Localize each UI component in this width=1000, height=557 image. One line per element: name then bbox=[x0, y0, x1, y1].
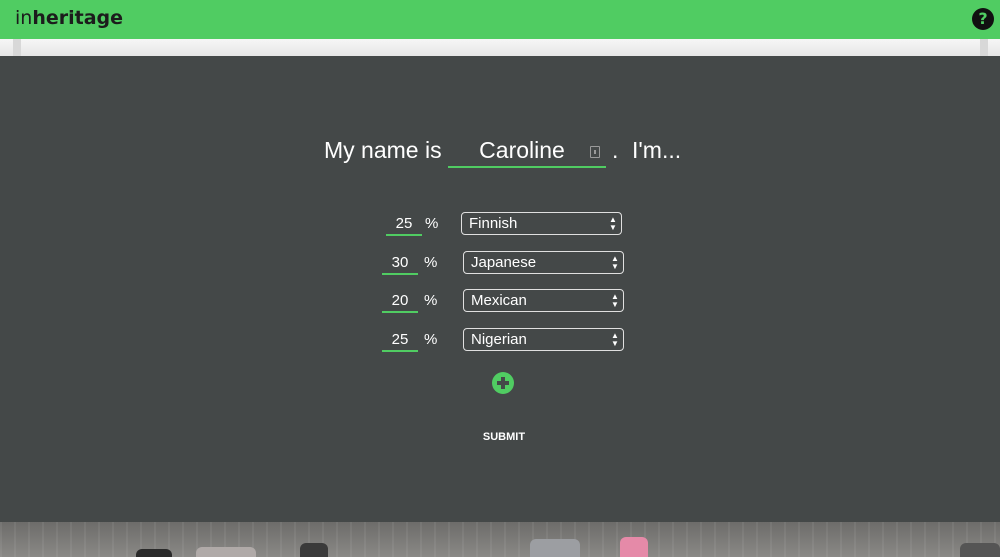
percent-field[interactable] bbox=[386, 212, 422, 236]
background-figure bbox=[960, 543, 1000, 557]
percent-sign: % bbox=[425, 215, 439, 232]
add-heritage-button[interactable] bbox=[492, 372, 514, 394]
percent-input[interactable] bbox=[382, 328, 418, 350]
heritage-select[interactable]: Finnish ▲ ▼ bbox=[461, 212, 622, 235]
percent-field[interactable] bbox=[382, 289, 418, 313]
background-figure bbox=[136, 549, 172, 557]
heritage-select-value: Japanese bbox=[471, 254, 537, 271]
intro-period: . bbox=[612, 137, 619, 163]
help-icon[interactable]: ? bbox=[972, 8, 994, 30]
heritage-select[interactable]: Nigerian ▲ ▼ bbox=[463, 328, 624, 351]
percent-field[interactable] bbox=[382, 328, 418, 352]
brand-logo[interactable]: inheritage bbox=[15, 7, 123, 29]
name-field[interactable] bbox=[448, 134, 606, 168]
select-arrows-icon: ▲ ▼ bbox=[611, 292, 619, 309]
percent-input[interactable] bbox=[386, 212, 422, 234]
heritage-select-value: Mexican bbox=[471, 292, 527, 309]
percent-input[interactable] bbox=[382, 251, 418, 273]
background-photo-top bbox=[0, 39, 1000, 56]
intro-suffix: I'm... bbox=[632, 137, 682, 163]
background-pillar bbox=[13, 39, 21, 56]
percent-sign: % bbox=[424, 292, 438, 309]
select-arrows-icon: ▲ ▼ bbox=[611, 254, 619, 271]
background-figure bbox=[196, 547, 256, 557]
heritage-row: % Japanese ▲▼ bbox=[380, 251, 624, 277]
brand-suffix: heritage bbox=[32, 7, 124, 29]
background-figure bbox=[620, 537, 648, 557]
background-figure bbox=[530, 539, 580, 557]
intro-prefix: My name is bbox=[324, 137, 442, 163]
heritage-row: % Nigerian ▲▼ bbox=[380, 328, 624, 354]
background-photo-bottom bbox=[0, 522, 1000, 557]
percent-sign: % bbox=[424, 254, 438, 271]
name-input[interactable] bbox=[452, 134, 592, 166]
percent-field[interactable] bbox=[382, 251, 418, 275]
name-sentence: My name is . I'm... bbox=[0, 132, 1000, 172]
brand-prefix: in bbox=[15, 7, 33, 29]
heritage-select[interactable]: Mexican ▲ ▼ bbox=[463, 289, 624, 312]
heritage-select-value: Finnish bbox=[469, 215, 518, 232]
top-navigation-bar: inheritage ? bbox=[0, 0, 1000, 39]
percent-sign: % bbox=[424, 331, 438, 348]
autofill-card-icon[interactable] bbox=[590, 146, 600, 158]
select-arrows-icon: ▲ ▼ bbox=[611, 331, 619, 348]
submit-button[interactable]: SUBMIT bbox=[470, 428, 538, 446]
heritage-select-value: Nigerian bbox=[471, 331, 527, 348]
heritage-row: % Mexican ▲▼ bbox=[380, 289, 624, 315]
heritage-row: % Finnish ▲▼ bbox=[384, 212, 624, 238]
background-pillar bbox=[980, 39, 988, 56]
select-arrows-icon: ▲ ▼ bbox=[609, 215, 617, 232]
background-figure bbox=[300, 543, 328, 557]
heritage-select[interactable]: Japanese ▲ ▼ bbox=[463, 251, 624, 274]
percent-input[interactable] bbox=[382, 289, 418, 311]
